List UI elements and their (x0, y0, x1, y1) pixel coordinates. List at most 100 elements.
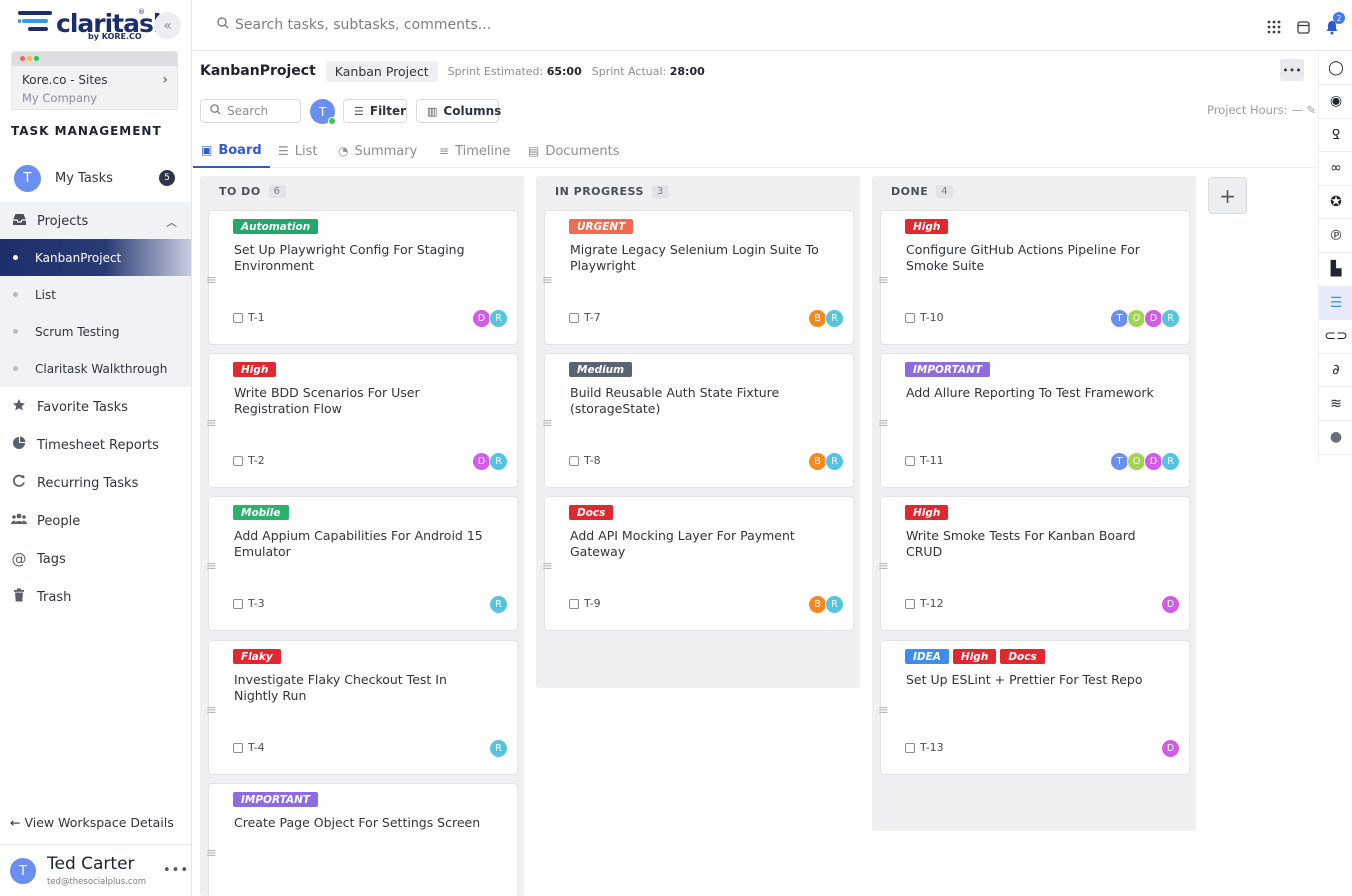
sidebar-project-kanbanproject[interactable]: KanbanProject (0, 239, 191, 276)
bars-icon[interactable]: ▙ (1319, 253, 1352, 287)
drag-handle-icon[interactable]: ≡ (878, 704, 889, 717)
user-profile[interactable]: T Ted Carter ted@thesocialplus.com ••• (0, 844, 191, 896)
board-search-input[interactable]: Search (200, 99, 301, 123)
checkbox[interactable] (233, 312, 243, 323)
tag-badge[interactable]: Docs (1000, 649, 1045, 664)
task-title[interactable]: Add API Mocking Layer For Payment Gatewa… (570, 528, 825, 560)
checkbox[interactable] (905, 455, 915, 466)
sidebar-item-people[interactable]: People (0, 502, 191, 540)
assignee-avatar[interactable]: R (1161, 452, 1180, 471)
checkbox[interactable] (569, 598, 579, 609)
tag-badge[interactable]: Medium (569, 362, 633, 377)
task-card[interactable]: ≡ Automation Set Up Playwright Config For … (206, 210, 518, 345)
tag-badge[interactable]: High (905, 505, 949, 520)
tag-badge[interactable]: URGENT (569, 219, 634, 234)
sidebar-item-favorite-tasks[interactable]: Favorite Tasks (0, 388, 191, 426)
tag-badge[interactable]: High (905, 219, 949, 234)
notification-bell-icon[interactable]: 2 (1322, 12, 1345, 38)
project-more-button[interactable]: ••• (1280, 59, 1304, 81)
sidebar-project-list[interactable]: List (0, 276, 191, 313)
drag-handle-icon[interactable]: ≡ (542, 417, 553, 430)
checkbox[interactable] (233, 455, 243, 466)
tab-list[interactable]: ☰ List (270, 134, 326, 168)
task-card[interactable]: ≡ URGENT Migrate Legacy Selenium Login Sui… (542, 210, 854, 345)
assignee-avatar[interactable]: D (1161, 739, 1180, 758)
sidebar-item-my-tasks[interactable]: T My Tasks 5 (0, 159, 191, 197)
task-card[interactable]: ≡ Flaky Investigate Flaky Checkout Test In… (206, 640, 518, 775)
swirl-icon[interactable]: ∂ (1319, 353, 1352, 388)
tag-badge[interactable]: IMPORTANT (905, 362, 991, 377)
drag-handle-icon[interactable]: ≡ (878, 560, 889, 573)
claritask-logo[interactable]: claritask by KORE.CO ® (16, 8, 169, 42)
checkbox[interactable] (233, 742, 243, 753)
drag-handle-icon[interactable]: ≡ (206, 704, 217, 717)
view-workspace-details-link[interactable]: ← View Workspace Details (10, 815, 174, 830)
chain-icon[interactable]: ∞ (1319, 152, 1352, 186)
task-card[interactable]: ≡ IMPORTANT Create Page Object For Setting… (206, 783, 518, 896)
tag-badge[interactable]: IMPORTANT (233, 792, 319, 807)
task-title[interactable]: Write Smoke Tests For Kanban Board CRUD (906, 528, 1161, 560)
task-card[interactable]: ≡ High Configure GitHub Actions Pipeline F… (878, 210, 1190, 345)
sidebar-project-scrum-testing[interactable]: Scrum Testing (0, 313, 191, 350)
task-card[interactable]: ≡ Medium Build Reusable Auth State Fixture… (542, 353, 854, 488)
collapse-sidebar-button[interactable]: « (154, 12, 181, 39)
task-card[interactable]: ≡ High Write BDD Scenarios For User Regist… (206, 353, 518, 488)
drag-handle-icon[interactable]: ≡ (878, 417, 889, 430)
drag-handle-icon[interactable]: ≡ (542, 560, 553, 573)
claritask-icon[interactable]: ☰ (1319, 286, 1352, 321)
pen-icon[interactable]: ℗ (1319, 219, 1352, 253)
sidebar-project-claritask-walkthrough[interactable]: Claritask Walkthrough (0, 350, 191, 387)
task-card[interactable]: ≡ IDEA High Docs Set Up ESLint + Prettier Fo… (878, 640, 1190, 775)
tag-badge[interactable]: Docs (569, 505, 614, 520)
edit-pencil-icon[interactable]: ✎ (1306, 103, 1316, 117)
checkbox[interactable] (905, 312, 915, 323)
sidebar-item-trash[interactable]: Trash (0, 578, 191, 616)
task-card[interactable]: ≡ Mobile Add Appium Capabilities For Andro… (206, 496, 518, 631)
task-title[interactable]: Set Up Playwright Config For Staging Env… (234, 242, 489, 274)
more-options-icon[interactable]: ••• (163, 863, 189, 878)
task-title[interactable]: Add Allure Reporting To Test Framework (906, 385, 1161, 401)
assignee-avatar[interactable]: R (489, 595, 508, 614)
drag-handle-icon[interactable]: ≡ (542, 274, 553, 287)
sidebar-item-timesheet-reports[interactable]: Timesheet Reports (0, 426, 191, 464)
assignee-avatar[interactable]: R (825, 309, 844, 328)
tag-badge[interactable]: Flaky (233, 649, 281, 664)
task-title[interactable]: Configure GitHub Actions Pipeline For Sm… (906, 242, 1161, 274)
calendar-icon[interactable] (1293, 16, 1313, 38)
task-card[interactable]: ≡ Docs Add API Mocking Layer For Payment G… (542, 496, 854, 631)
sidebar-item-tags[interactable]: @ Tags (0, 540, 191, 578)
drag-handle-icon[interactable]: ≡ (206, 417, 217, 430)
checkbox[interactable] (233, 598, 243, 609)
ring-icon[interactable]: ◯ (1319, 51, 1352, 85)
tab-board[interactable]: ▣ Board (193, 134, 270, 168)
stack-icon[interactable]: ≋ (1319, 387, 1352, 421)
drag-handle-icon[interactable]: ≡ (206, 274, 217, 287)
task-title[interactable]: Add Appium Capabilities For Android 15 E… (234, 528, 489, 560)
task-card[interactable]: ≡ IMPORTANT Add Allure Reporting To Test F… (878, 353, 1190, 488)
workspace-switcher[interactable]: Kore.co - Sites My Company › (11, 51, 178, 110)
tab-summary[interactable]: ◔ Summary (330, 134, 425, 168)
tag-badge[interactable]: IDEA (905, 649, 949, 664)
tab-timeline[interactable]: ≡ Timeline (431, 134, 518, 168)
filter-button[interactable]: ☰ Filter (343, 99, 407, 123)
task-title[interactable]: Migrate Legacy Selenium Login Suite To P… (570, 242, 825, 274)
sidebar-item-projects[interactable]: Projects ︿ (0, 202, 191, 240)
assignee-avatar[interactable]: R (825, 595, 844, 614)
task-title[interactable]: Set Up ESLint + Prettier For Test Repo (906, 672, 1161, 688)
checkbox[interactable] (569, 312, 579, 323)
drag-handle-icon[interactable]: ≡ (206, 560, 217, 573)
sidebar-item-recurring-tasks[interactable]: Recurring Tasks (0, 464, 191, 502)
star-badge-icon[interactable]: ✪ (1319, 185, 1352, 220)
tag-badge[interactable]: High (952, 649, 997, 664)
assignee-avatar[interactable]: R (825, 452, 844, 471)
tab-documents[interactable]: ▤ Documents (520, 134, 627, 168)
target-icon[interactable]: ◉ (1319, 85, 1352, 119)
checkbox[interactable] (569, 455, 579, 466)
assignee-avatar[interactable]: R (489, 739, 508, 758)
apps-grid-icon[interactable] (1264, 16, 1284, 38)
task-title[interactable]: Build Reusable Auth State Fixture (stora… (570, 385, 825, 417)
task-card[interactable]: ≡ High Write Smoke Tests For Kanban Board … (878, 496, 1190, 631)
project-type-chip[interactable]: Kanban Project (325, 60, 438, 82)
checkbox[interactable] (905, 598, 915, 609)
checkbox[interactable] (905, 742, 915, 753)
